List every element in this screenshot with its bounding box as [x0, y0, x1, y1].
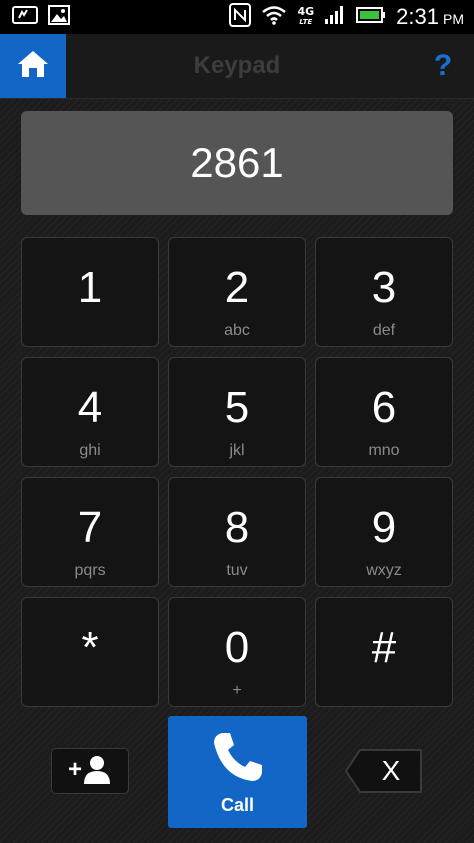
add-contact-icon: + [66, 753, 114, 789]
key-6[interactable]: 6 mno [315, 357, 453, 467]
home-button[interactable] [0, 34, 66, 98]
keypad-screen: 2861 1 2 abc 3 def 4 ghi 5 jkl 6 mno 7 p… [0, 99, 474, 843]
add-contact-button[interactable]: + [51, 748, 129, 794]
key-digit: # [371, 623, 397, 672]
key-digit: 9 [371, 503, 397, 552]
network-subtype-label: LTE [299, 18, 313, 26]
key-letters: mno [368, 442, 400, 459]
phone-icon [210, 729, 266, 789]
key-letters: jkl [229, 442, 245, 459]
key-hash[interactable]: # [315, 597, 453, 707]
page-title: Keypad [193, 52, 281, 79]
home-icon [16, 49, 50, 83]
keypad-grid: 1 2 abc 3 def 4 ghi 5 jkl 6 mno 7 pqrs 8 [21, 237, 453, 707]
key-digit: 8 [224, 503, 250, 552]
clock-ampm: PM [443, 11, 464, 27]
backspace-button[interactable]: X [344, 748, 424, 794]
key-letters: + [232, 682, 242, 699]
key-digit: 1 [77, 263, 103, 312]
action-bar: + Call X [0, 716, 474, 831]
key-8[interactable]: 8 tuv [168, 477, 306, 587]
call-label: Call [220, 794, 254, 815]
key-letters: ghi [79, 442, 101, 459]
key-letters: tuv [226, 562, 248, 579]
backspace-label: X [381, 755, 401, 786]
battery-icon [356, 5, 386, 29]
key-digit: 3 [371, 263, 397, 312]
key-9[interactable]: 9 wxyz [315, 477, 453, 587]
number-display[interactable]: 2861 [21, 111, 453, 215]
key-letters: def [372, 322, 396, 339]
status-bar: 4G LTE 2:31 PM [0, 0, 474, 34]
key-digit: 2 [224, 263, 250, 312]
key-digit: 0 [224, 623, 250, 672]
key-2[interactable]: 2 abc [168, 237, 306, 347]
key-3[interactable]: 3 def [315, 237, 453, 347]
add-contact-plus: + [68, 756, 82, 783]
key-letters: abc [224, 322, 250, 339]
key-digit: 4 [77, 383, 103, 432]
image-notification-icon [48, 5, 70, 29]
key-digit: 5 [224, 383, 250, 432]
call-button[interactable]: Call [168, 716, 307, 828]
key-digit: 7 [77, 503, 103, 552]
wifi-icon [261, 5, 287, 29]
key-5[interactable]: 5 jkl [168, 357, 306, 467]
app-bar: Keypad ? [0, 34, 474, 99]
network-type-label: 4G [297, 5, 315, 18]
key-digit: * [81, 623, 99, 672]
key-digit: 6 [371, 383, 397, 432]
key-1[interactable]: 1 [21, 237, 159, 347]
nfc-icon [229, 3, 252, 31]
phone-notification-icon [12, 5, 38, 29]
network-type-indicator: 4G LTE [297, 6, 314, 28]
key-4[interactable]: 4 ghi [21, 357, 159, 467]
key-0[interactable]: 0 + [168, 597, 306, 707]
signal-strength-icon [324, 5, 346, 29]
clock-time: 2:31 [396, 4, 439, 29]
help-button[interactable]: ? [428, 46, 458, 86]
clock: 2:31 PM [396, 4, 464, 30]
key-7[interactable]: 7 pqrs [21, 477, 159, 587]
key-letters: pqrs [74, 562, 106, 579]
key-letters: wxyz [366, 562, 402, 579]
key-star[interactable]: * [21, 597, 159, 707]
